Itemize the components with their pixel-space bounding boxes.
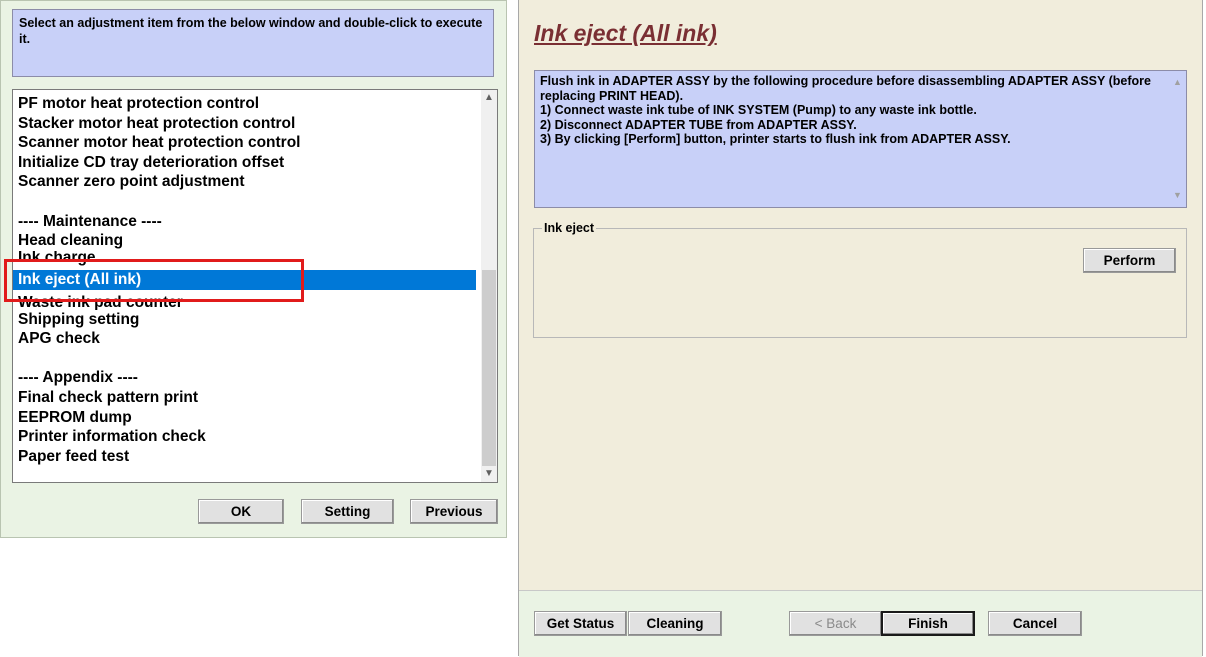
finish-button[interactable]: Finish [881, 611, 975, 636]
wizard-button-bar: Get Status Cleaning < Back Finish Cancel [519, 590, 1202, 657]
description-line: 3) By clicking [Perform] button, printer… [540, 132, 1011, 147]
back-button[interactable]: < Back [789, 611, 882, 636]
list-item[interactable]: Paper feed test [13, 447, 476, 467]
list-item[interactable]: Scanner motor heat protection control [13, 133, 476, 153]
list-spacer [13, 192, 476, 212]
list-item[interactable]: APG check [13, 329, 476, 349]
description-line: 1) Connect waste ink tube of INK SYSTEM … [540, 103, 977, 118]
procedure-description-panel: Flush ink in ADAPTER ASSY by the followi… [534, 70, 1187, 208]
cleaning-button[interactable]: Cleaning [628, 611, 722, 636]
perform-button[interactable]: Perform [1083, 248, 1176, 273]
list-item[interactable]: Stacker motor heat protection control [13, 114, 476, 134]
list-section-header: ---- Maintenance ---- [18, 212, 162, 230]
list-section-header: ---- Appendix ---- [18, 369, 138, 387]
scroll-down-arrow-icon[interactable]: ▼ [1169, 188, 1186, 203]
page-title: Ink eject (All ink) [534, 20, 717, 46]
description-line: 2) Disconnect ADAPTER TUBE from ADAPTER … [540, 117, 857, 132]
description-line: Flush ink in ADAPTER ASSY by the followi… [540, 74, 1151, 103]
list-item[interactable]: Final check pattern print [13, 388, 476, 408]
ok-button[interactable]: OK [198, 499, 284, 524]
ink-eject-window: Ink eject (All ink) Flush ink in ADAPTER… [518, 0, 1203, 657]
scroll-up-arrow-icon[interactable]: ▲ [481, 90, 497, 106]
list-item[interactable]: Printer information check [13, 427, 476, 447]
ink-eject-group-box: Ink eject Perform [533, 221, 1187, 338]
adjustment-selection-window: Select an adjustment item from the below… [0, 0, 507, 538]
get-status-button[interactable]: Get Status [534, 611, 627, 636]
description-scrollbar[interactable]: ▲ ▼ [1169, 71, 1186, 207]
cancel-button[interactable]: Cancel [988, 611, 1082, 636]
list-item[interactable]: Shipping setting [13, 310, 476, 330]
list-item[interactable]: Scanner zero point adjustment [13, 172, 476, 192]
instruction-panel: Select an adjustment item from the below… [12, 9, 494, 77]
list-spacer [13, 349, 476, 369]
group-label: Ink eject [542, 221, 597, 235]
scroll-down-arrow-icon[interactable]: ▼ [481, 466, 497, 482]
list-item[interactable]: Head cleaning [13, 231, 476, 251]
list-item[interactable]: Initialize CD tray deterioration offset [13, 153, 476, 173]
list-item[interactable]: PF motor heat protection control [13, 94, 476, 114]
selection-highlight-annotation [4, 259, 304, 302]
list-scrollbar[interactable]: ▲ ▼ [481, 90, 497, 482]
scroll-thumb[interactable] [482, 270, 496, 466]
scroll-up-arrow-icon[interactable]: ▲ [1169, 75, 1186, 90]
setting-button[interactable]: Setting [301, 499, 394, 524]
previous-button[interactable]: Previous [410, 499, 498, 524]
list-item[interactable]: EEPROM dump [13, 408, 476, 428]
